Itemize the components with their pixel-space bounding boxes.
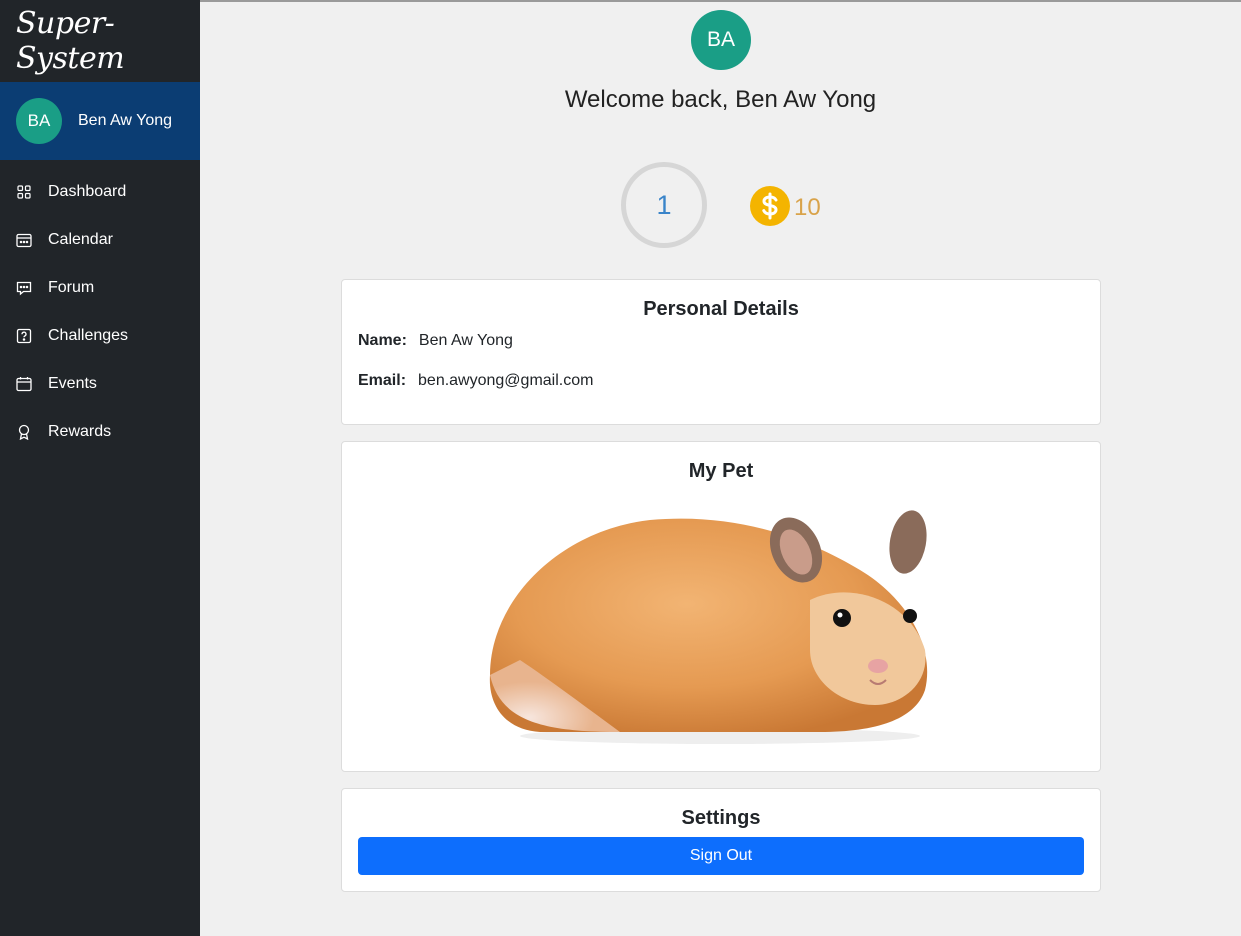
grid-icon: [16, 184, 32, 200]
name-label: Name:: [358, 332, 407, 349]
sidebar-item-label: Forum: [48, 279, 95, 296]
sidebar-item-label: Challenges: [48, 327, 129, 344]
hamster-image: [489, 510, 928, 744]
sidebar-item-label: Events: [48, 375, 97, 392]
name-value: Ben Aw Yong: [418, 332, 513, 349]
sidebar-item-events[interactable]: Events: [0, 360, 200, 408]
sidebar: Super-System BA Ben Aw Yong Dashboard Ca…: [0, 0, 200, 936]
sidebar-item-forum[interactable]: Forum: [0, 264, 200, 312]
level-value: 1: [656, 189, 672, 220]
main-content: BA Welcome back, Ben Aw Yong 1 10 Person…: [200, 0, 1241, 936]
sidebar-user[interactable]: BA Ben Aw Yong: [0, 82, 200, 160]
event-icon: [16, 376, 32, 392]
coin-icon: [750, 186, 790, 226]
email-row: Email: ben.awyong@gmail.com: [358, 372, 593, 390]
sidebar-item-dashboard[interactable]: Dashboard: [0, 168, 200, 216]
sign-out-button[interactable]: Sign Out: [358, 837, 1084, 875]
email-value: ben.awyong@gmail.com: [418, 372, 594, 389]
sidebar-item-label: Rewards: [48, 423, 112, 440]
calendar-icon: [16, 232, 32, 248]
sidebar-item-label: Calendar: [48, 231, 113, 248]
sidebar-item-label: Dashboard: [48, 183, 127, 200]
avatar: BA: [16, 98, 62, 144]
award-icon: [16, 424, 32, 440]
email-label: Email:: [358, 372, 407, 389]
name-row: Name: Ben Aw Yong: [358, 332, 513, 350]
pet-card: My Pet: [341, 441, 1101, 772]
level-indicator: 1: [621, 162, 707, 248]
card-title: My Pet: [688, 460, 754, 482]
app-brand[interactable]: Super-System: [0, 0, 200, 82]
card-title: Settings: [681, 807, 761, 829]
sidebar-nav: Dashboard Calendar Forum Challenges Even…: [0, 160, 200, 456]
sidebar-user-name: Ben Aw Yong: [78, 112, 173, 129]
profile-avatar: BA: [691, 10, 751, 70]
chat-icon: [16, 280, 32, 296]
question-icon: [16, 328, 32, 344]
welcome-heading: Welcome back, Ben Aw Yong: [564, 86, 877, 113]
settings-card: Settings Sign Out: [341, 788, 1101, 892]
sidebar-item-rewards[interactable]: Rewards: [0, 408, 200, 456]
personal-details-card: Personal Details Name: Ben Aw Yong Email:…: [341, 279, 1101, 425]
sidebar-item-challenges[interactable]: Challenges: [0, 312, 200, 360]
sidebar-item-calendar[interactable]: Calendar: [0, 216, 200, 264]
coin-balance: 10: [794, 194, 821, 221]
card-title: Personal Details: [643, 298, 799, 320]
